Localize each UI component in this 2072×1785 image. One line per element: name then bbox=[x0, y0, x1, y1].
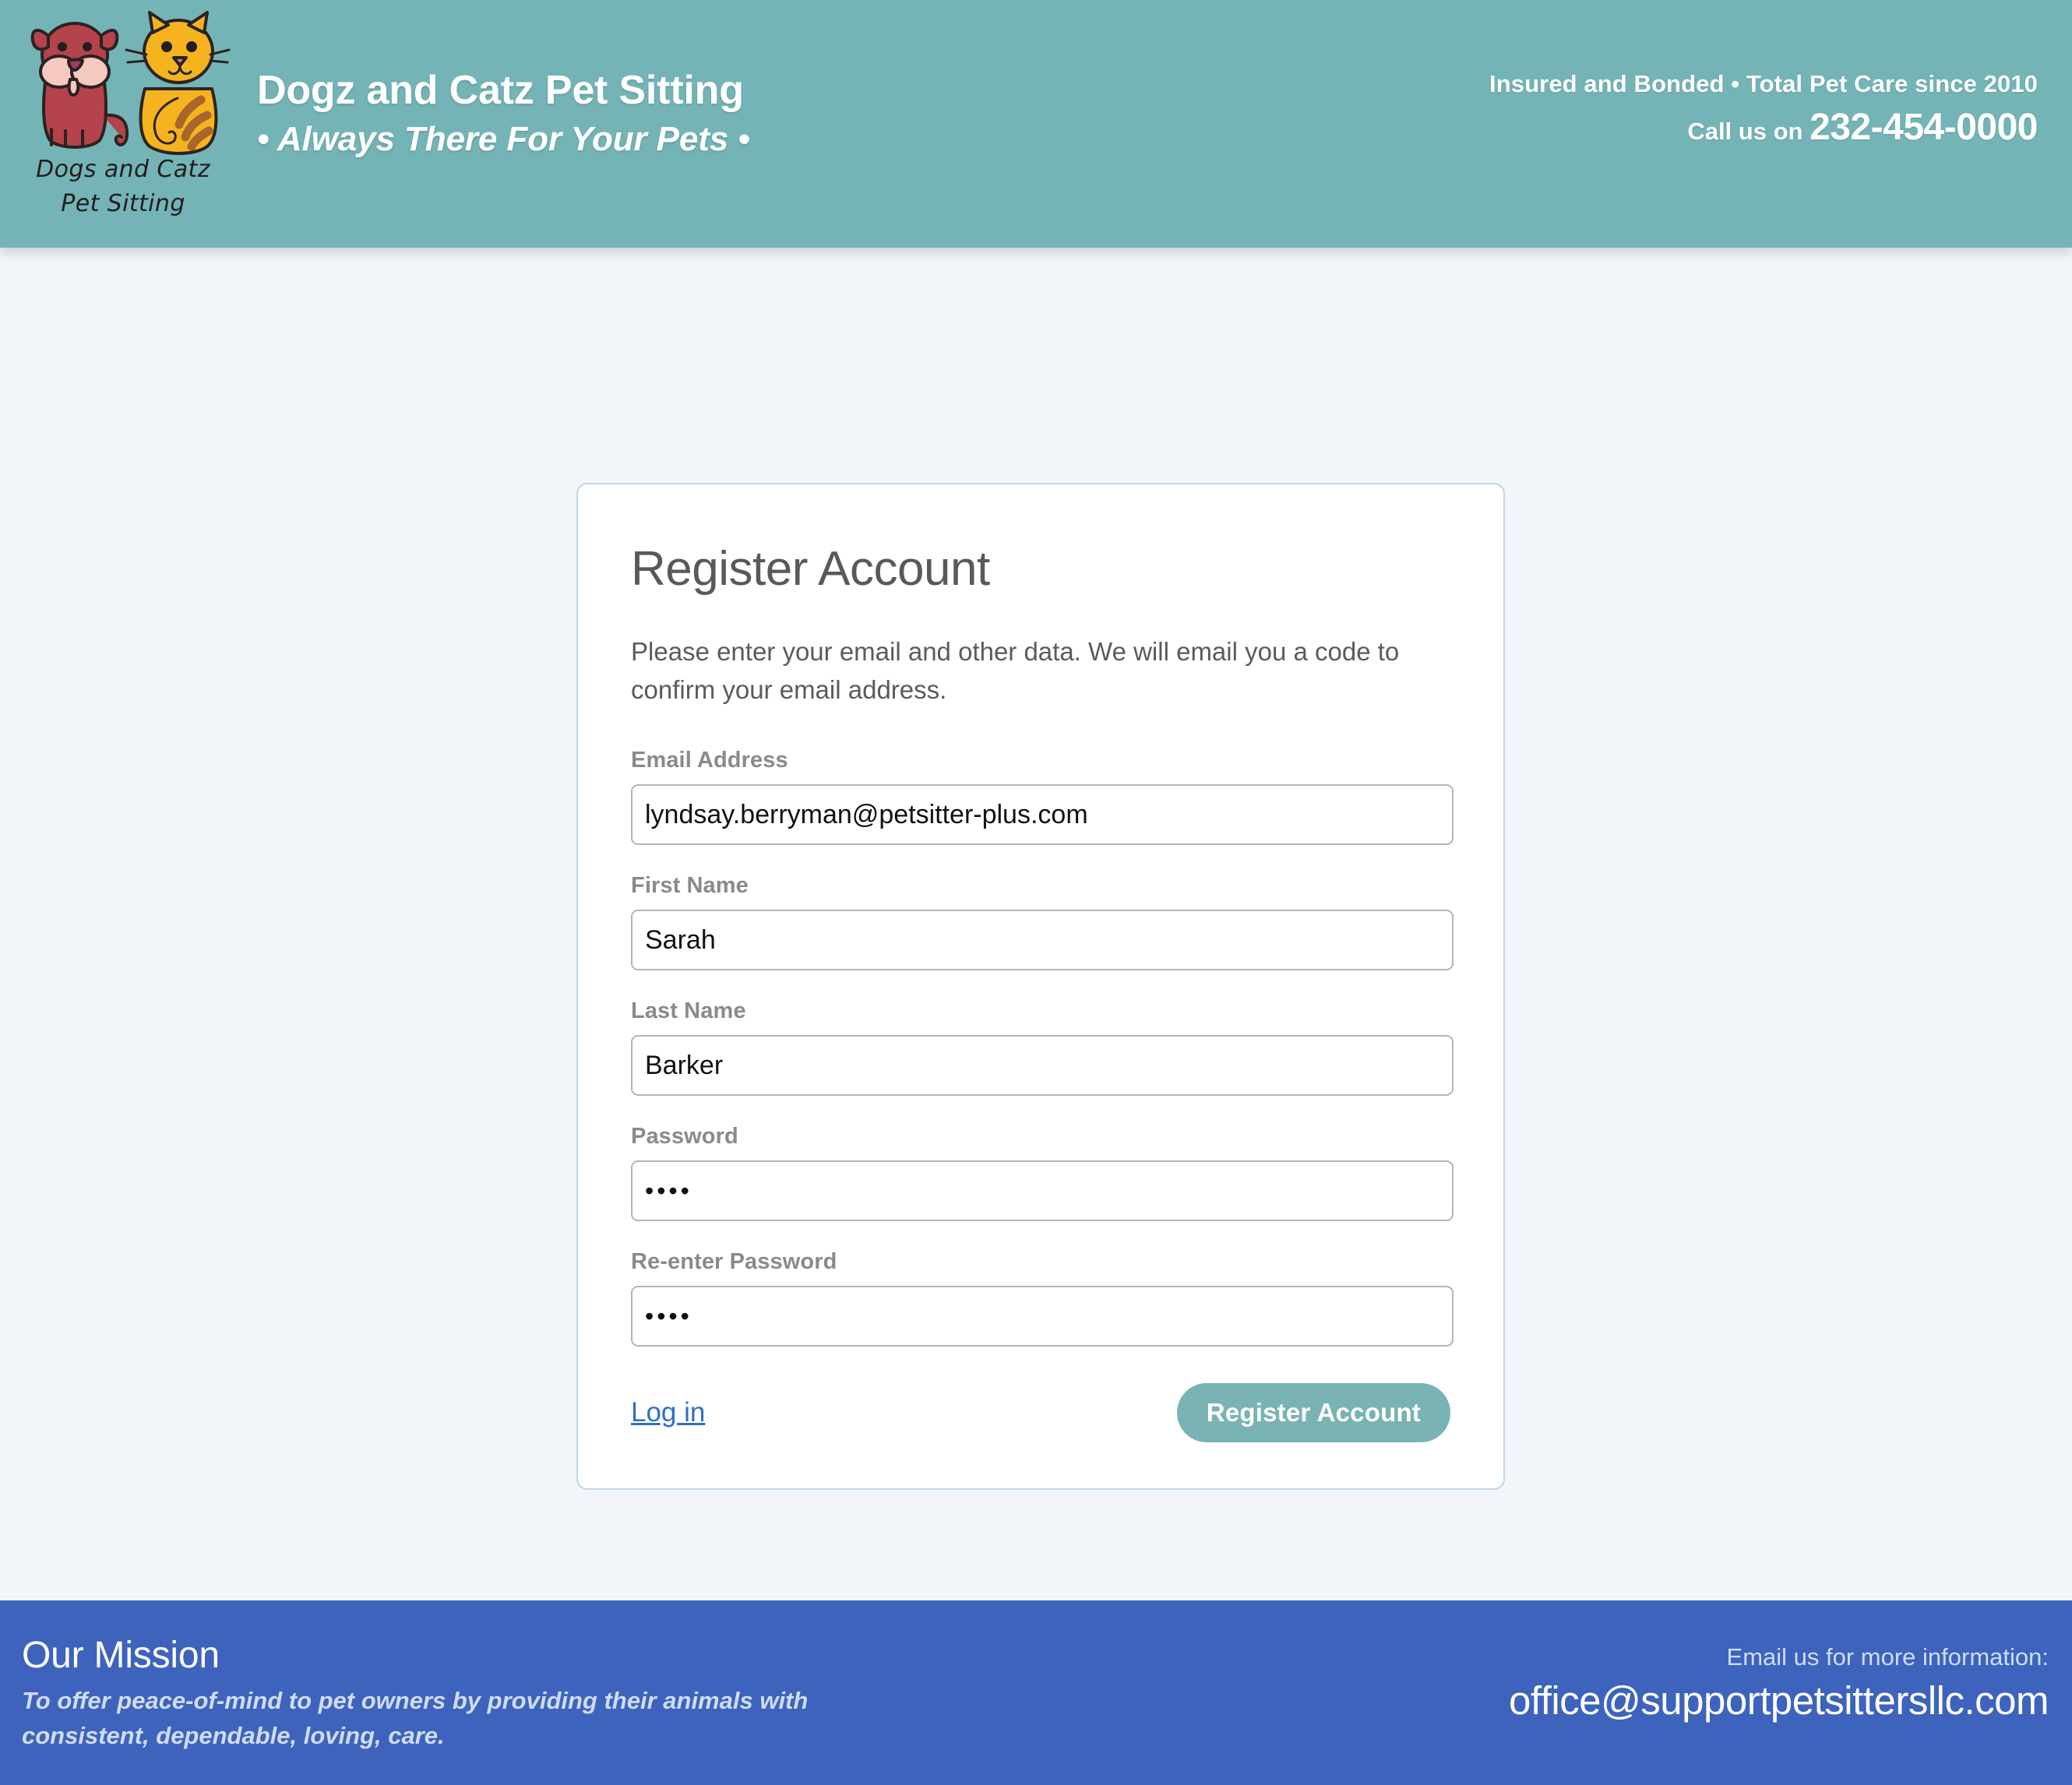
brand-block[interactable]: Dogs and Catz Pet Sitting Dogz and Catz … bbox=[0, 0, 750, 232]
logo-wordmark-line2: Pet Sitting bbox=[61, 190, 185, 217]
field-group-email: Email Address bbox=[631, 745, 1454, 845]
first-name-field[interactable] bbox=[631, 910, 1454, 970]
site-tagline: • Always There For Your Pets • bbox=[257, 120, 750, 158]
header-titles: Dogz and Catz Pet Sitting • Always There… bbox=[229, 6, 750, 164]
password-field-label: Password bbox=[631, 1124, 738, 1149]
field-group-first-name: First Name bbox=[631, 870, 1454, 970]
register-account-button[interactable]: Register Account bbox=[1176, 1383, 1450, 1442]
email-field-label: Email Address bbox=[631, 748, 788, 773]
site-footer: Our Mission To offer peace-of-mind to pe… bbox=[0, 1600, 2072, 1785]
site-title: Dogz and Catz Pet Sitting bbox=[257, 68, 744, 113]
log-in-link[interactable]: Log in bbox=[631, 1396, 705, 1430]
insured-bonded-text: Insured and Bonded • Total Pet Care sinc… bbox=[1489, 70, 2038, 97]
mission-text: To offer peace-of-mind to pet owners by … bbox=[22, 1687, 809, 1749]
mission-title: Our Mission bbox=[22, 1635, 220, 1676]
call-us-line: Call us on 232-454-0000 bbox=[1489, 107, 2038, 152]
site-header: Dogs and Catz Pet Sitting Dogz and Catz … bbox=[0, 0, 2072, 248]
logo-wordmark: Dogs and Catz Pet Sitting bbox=[17, 153, 229, 221]
reenter-password-field[interactable] bbox=[631, 1286, 1454, 1347]
card-intro-text: Please enter your email and other data. … bbox=[631, 637, 1400, 704]
header-contact: Insured and Bonded • Total Pet Care sinc… bbox=[1489, 0, 2072, 152]
dog-and-cat-logo-icon bbox=[30, 11, 231, 155]
password-field[interactable] bbox=[631, 1160, 1454, 1221]
first-name-field-label: First Name bbox=[631, 873, 749, 898]
field-group-last-name: Last Name bbox=[631, 995, 1454, 1096]
footer-email-label: Email us for more information: bbox=[1726, 1643, 2049, 1671]
page-root: Dogs and Catz Pet Sitting Dogz and Catz … bbox=[0, 0, 2072, 1785]
field-group-reenter-password: Re-enter Password bbox=[631, 1246, 1454, 1347]
site-logo[interactable]: Dogs and Catz Pet Sitting bbox=[17, 6, 231, 232]
last-name-field-label: Last Name bbox=[631, 998, 746, 1023]
register-card: Register Account Please enter your email… bbox=[576, 483, 1505, 1490]
footer-contact-block: Email us for more information: office@su… bbox=[1509, 1641, 2049, 1725]
reenter-password-field-label: Re-enter Password bbox=[631, 1249, 837, 1274]
call-us-label: Call us on bbox=[1687, 118, 1803, 145]
field-group-password: Password bbox=[631, 1121, 1454, 1221]
last-name-field[interactable] bbox=[631, 1035, 1454, 1096]
footer-email-address[interactable]: office@supportpetsittersllc.com bbox=[1509, 1677, 2049, 1725]
email-field[interactable] bbox=[631, 784, 1454, 845]
phone-number[interactable]: 232-454-0000 bbox=[1809, 107, 2038, 148]
main-content: Register Account Please enter your email… bbox=[0, 248, 2072, 1600]
logo-wordmark-line1: Dogs and Catz bbox=[36, 156, 210, 183]
card-actions: Log in Register Account bbox=[631, 1379, 1450, 1446]
footer-mission-block: Our Mission To offer peace-of-mind to pe… bbox=[22, 1633, 894, 1753]
page-title: Register Account bbox=[631, 542, 990, 596]
